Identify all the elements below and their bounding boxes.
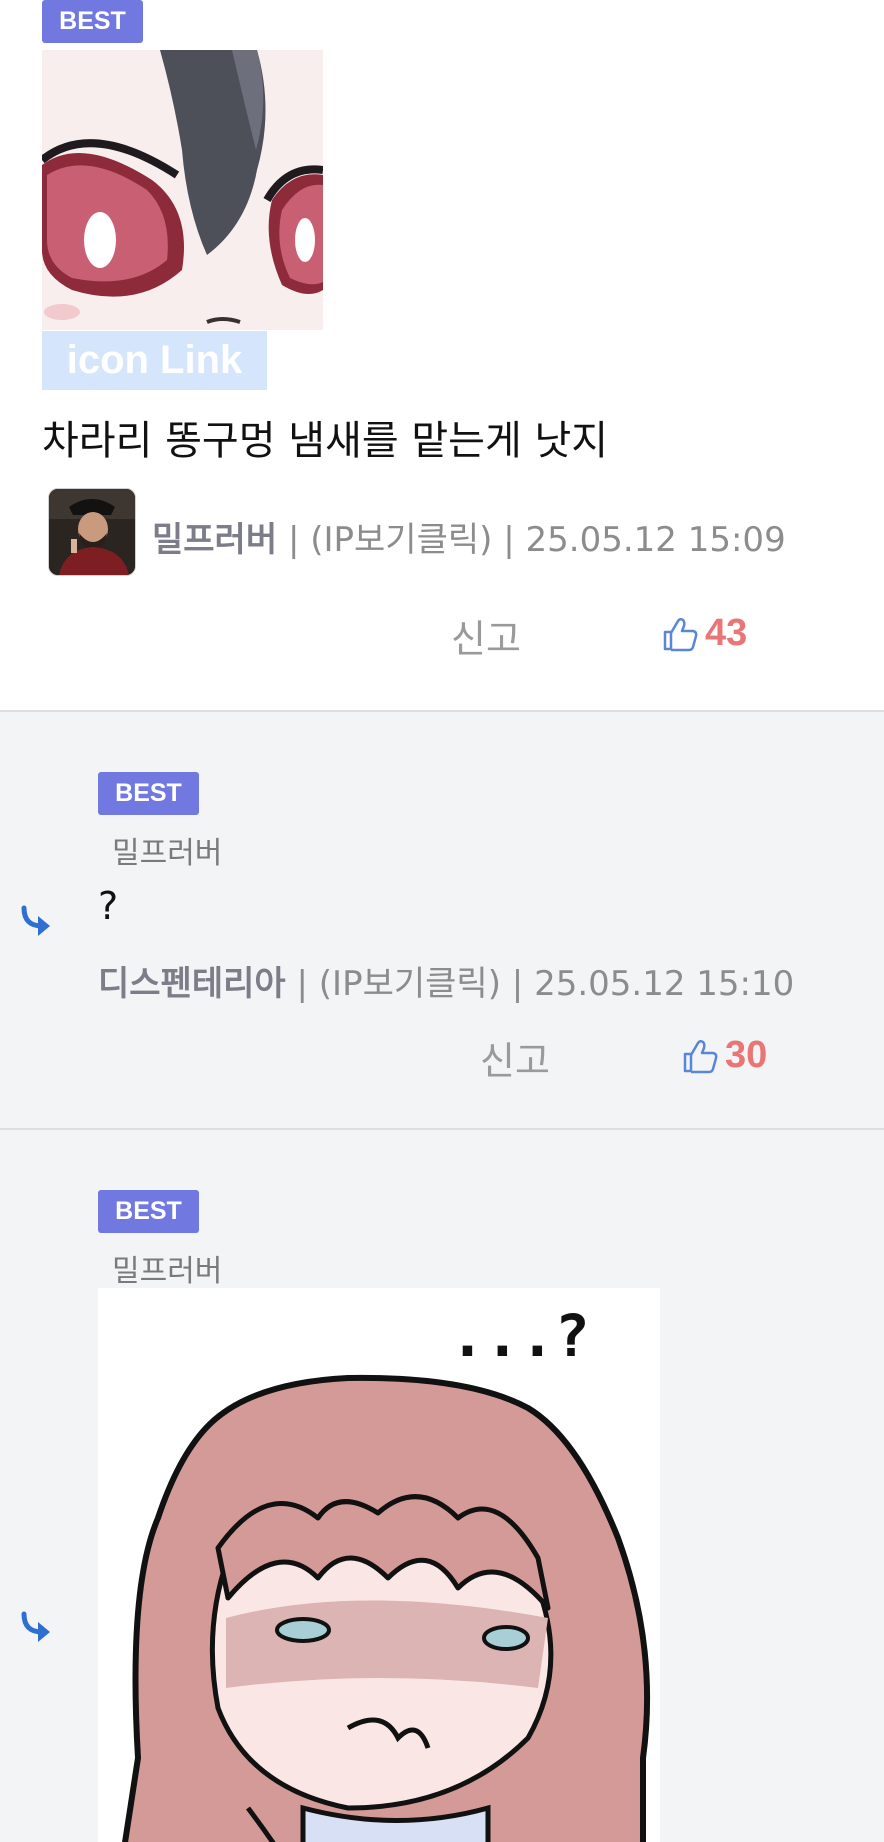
best-badge: BEST: [98, 772, 199, 815]
like-button[interactable]: 43: [661, 612, 747, 655]
comment-meta: 디스펜테리아 | (IP보기클릭) | 25.05.12 15:10: [98, 956, 794, 1005]
thumbs-up-icon: [681, 1037, 719, 1075]
meta-separator: |: [503, 520, 515, 560]
reply-comment: BEST 밀프러버 ? 디스펜테리아 | (IP보기클릭) | 25.05.12…: [0, 710, 884, 1130]
meta-separator: |: [287, 520, 300, 560]
reply-to-author[interactable]: 밀프러버: [112, 828, 222, 872]
icon-link[interactable]: icon Link: [42, 331, 267, 390]
like-button[interactable]: 30: [681, 1034, 767, 1077]
comment-text: 차라리 똥구멍 냄새를 맡는게 낫지: [42, 418, 609, 464]
reply-to-author[interactable]: 밀프러버: [112, 1246, 222, 1290]
reply-comment: BEST 밀프러버 ...?: [0, 1128, 884, 1842]
ip-view-link[interactable]: (IP보기클릭): [319, 964, 501, 1004]
image-caption: ...?: [450, 1302, 590, 1370]
comment-emoticon-image[interactable]: [42, 50, 323, 330]
ip-view-link[interactable]: (IP보기클릭): [310, 520, 492, 560]
comment-text: ?: [98, 884, 119, 928]
like-count: 43: [705, 612, 748, 654]
comment-emoticon-image[interactable]: ...?: [98, 1288, 660, 1842]
thumbs-up-icon: [661, 615, 699, 653]
author-name[interactable]: 디스펜테리아: [98, 964, 286, 1004]
best-badge: BEST: [42, 0, 143, 43]
report-button[interactable]: 신고: [480, 1030, 550, 1085]
timestamp: 25.05.12 15:09: [525, 520, 786, 560]
avatar[interactable]: [48, 488, 136, 576]
timestamp: 25.05.12 15:10: [534, 964, 795, 1004]
author-name[interactable]: 밀프러버: [152, 520, 277, 560]
report-button[interactable]: 신고: [451, 608, 521, 663]
comment-meta: 밀프러버 | (IP보기클릭) | 25.05.12 15:09: [152, 512, 786, 561]
reply-arrow-icon: [18, 1608, 58, 1648]
meta-separator: |: [296, 964, 308, 1004]
best-badge: BEST: [98, 1190, 199, 1233]
like-count: 30: [725, 1034, 768, 1076]
reply-arrow-icon: [18, 902, 58, 942]
meta-separator: |: [511, 964, 524, 1004]
main-comment: BEST icon Link 차라리 똥구멍 냄새를 맡는게 낫지 밀프러버 |…: [0, 0, 884, 710]
